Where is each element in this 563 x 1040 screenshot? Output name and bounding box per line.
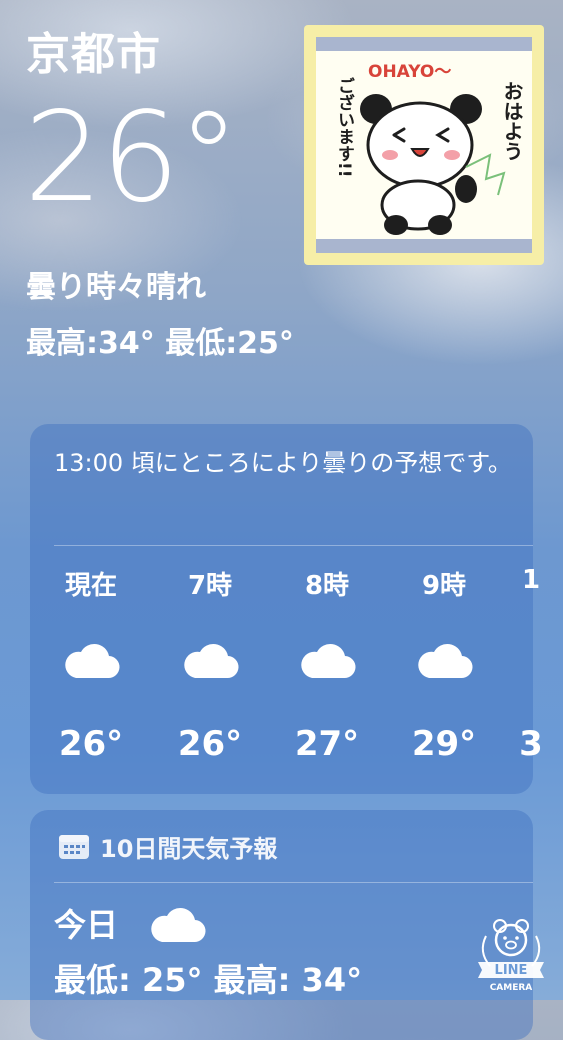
line-camera-bear-icon: LINE CAMERA — [478, 919, 544, 993]
today-low-high: 最低: 25° 最高: 34° — [54, 961, 363, 999]
calendar-icon — [59, 835, 89, 859]
today-label: 今日 — [54, 906, 119, 944]
hour-temp-10-partial: 3 — [519, 724, 543, 764]
daily-forecast-header: 10日間天気予報 — [58, 828, 277, 864]
line-camera-watermark: LINE CAMERA — [472, 910, 550, 995]
watermark-line2: CAMERA — [490, 983, 533, 993]
sticker-greeting-line2: ございます!! — [334, 76, 354, 178]
cloud-icon — [155, 640, 265, 690]
cloud-icon — [148, 904, 206, 948]
cloud-icon — [272, 640, 382, 690]
cloud-icon — [389, 640, 499, 690]
cloud-icon — [36, 640, 146, 690]
hour-label-10-partial: 1 — [521, 565, 541, 595]
weather-condition: 曇り時々晴れ — [26, 270, 206, 305]
daily-forecast-title: 10日間天気予報 — [100, 834, 278, 863]
sticker-greeting-line1: おはよう — [500, 81, 524, 161]
high-low-temperature: 最高:34° 最低:25° — [26, 326, 294, 361]
greeting-sticker: OHAYO〜 おはよう ございます!! — [304, 25, 544, 265]
card-divider — [54, 882, 533, 883]
forecast-summary: 13:00 頃にところにより曇りの予想です。 — [54, 449, 512, 477]
hour-label-now: 現在 — [64, 571, 117, 601]
watermark-line1: LINE — [495, 963, 528, 978]
city-name: 京都市 — [26, 29, 161, 80]
current-temperature: 26° — [24, 86, 240, 230]
hour-label-8: 8時 — [304, 571, 350, 601]
sticker-banner: OHAYO〜 — [368, 62, 451, 82]
card-divider — [54, 545, 533, 546]
hour-temp-now: 26° — [58, 724, 124, 764]
hour-label-7: 7時 — [187, 571, 233, 601]
hour-temp-7: 26° — [177, 724, 243, 764]
hour-temp-8: 27° — [294, 724, 360, 764]
panda-sticker-icon: OHAYO〜 おはよう ございます!! — [334, 62, 524, 235]
